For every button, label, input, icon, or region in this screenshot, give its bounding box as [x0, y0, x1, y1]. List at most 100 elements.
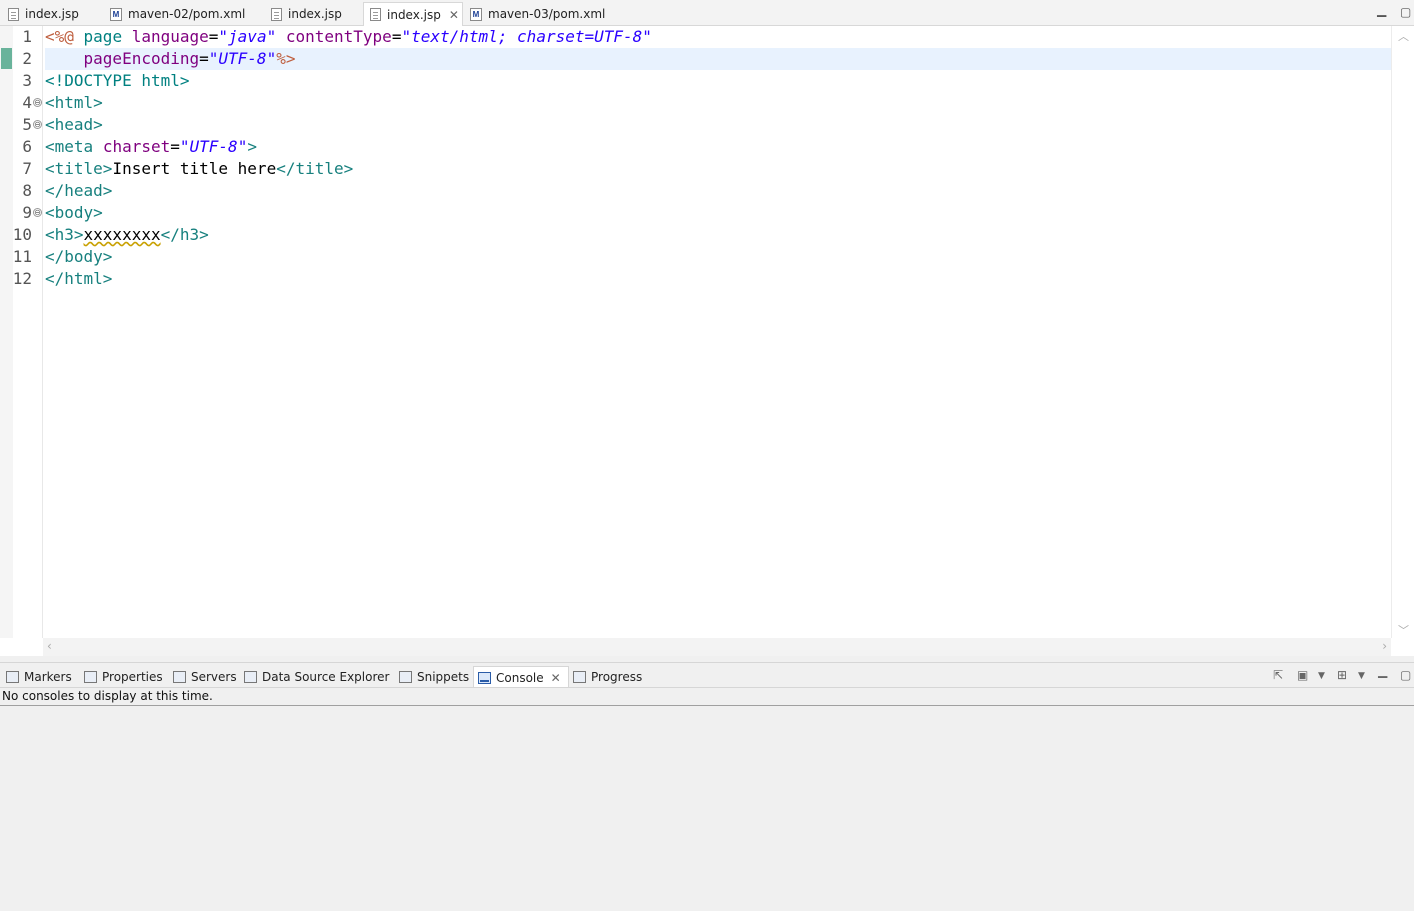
tag: <html> — [45, 93, 103, 112]
console-icon — [478, 671, 491, 684]
tab-data-source-explorer[interactable]: Data Source Explorer — [240, 666, 395, 688]
horizontal-scrollbar[interactable]: ‹ › — [43, 638, 1391, 656]
line-number: 3 — [22, 71, 32, 90]
jsp-file-icon — [8, 7, 19, 21]
data-source-icon — [244, 671, 257, 683]
line-number: 11 — [12, 247, 32, 266]
tag-open: <meta — [45, 137, 94, 156]
maven-pom-icon: M — [110, 7, 122, 21]
directive-name: page — [73, 27, 132, 46]
chevron-down-icon[interactable]: ▼ — [1358, 671, 1365, 681]
editor-tab-label: index.jsp — [25, 7, 79, 21]
minimize-icon[interactable]: ▁ — [1378, 664, 1387, 678]
tag-open: <title> — [45, 159, 113, 178]
editor-tab-maven-02-pom[interactable]: M maven-02/pom.xml — [104, 3, 264, 25]
editor-tab-label: maven-02/pom.xml — [128, 7, 246, 21]
code-line-10: <h3>xxxxxxxx</h3> — [45, 224, 1391, 246]
code-line-2: pageEncoding="UTF-8"%> — [45, 48, 1391, 70]
editor-tab-index-jsp-active[interactable]: index.jsp ✕ — [363, 2, 463, 26]
display-console-icon[interactable]: ▣ — [1297, 668, 1308, 682]
open-console-icon[interactable]: ⊞ — [1337, 668, 1347, 682]
line-number: 7 — [22, 159, 32, 178]
code-line-1: <%@ page language="java" contentType="te… — [45, 26, 1391, 48]
line-number: 9 — [22, 203, 32, 222]
close-icon[interactable]: ✕ — [449, 8, 459, 22]
tag-close: </h3> — [160, 225, 209, 244]
code-line-8: </head> — [45, 180, 1391, 202]
console-view: No consoles to display at this time. — [0, 687, 1414, 911]
progress-icon — [573, 671, 586, 683]
minimize-icon[interactable]: ▁ — [1377, 4, 1386, 16]
tab-label: Servers — [191, 670, 237, 684]
tag: </body> — [45, 247, 113, 266]
tab-console[interactable]: Console ✕ — [473, 666, 569, 688]
attr-equals: = — [391, 27, 402, 46]
servers-icon — [173, 671, 186, 683]
attr-equals: = — [170, 137, 180, 156]
tab-progress[interactable]: Progress — [569, 666, 651, 688]
tab-properties[interactable]: Properties — [80, 666, 168, 688]
text-content: Insert title here — [112, 159, 277, 178]
tab-markers[interactable]: Markers — [2, 666, 80, 688]
tab-label: Markers — [24, 670, 72, 684]
scroll-right-icon[interactable]: › — [1382, 639, 1387, 653]
scroll-up-icon[interactable]: ︿ — [1398, 28, 1409, 44]
code-editor[interactable]: 1 2 3 4 5 6 7 8 9 10 11 12 ⊖ ⊖ ⊖ <%@ pag… — [0, 26, 1414, 656]
tab-label: Properties — [102, 670, 163, 684]
editor-tab-label: index.jsp — [288, 7, 342, 21]
pin-console-icon[interactable]: ⇱ — [1273, 668, 1283, 682]
maximize-icon[interactable]: ▢ — [1400, 6, 1411, 18]
scroll-down-icon[interactable]: ﹀ — [1398, 622, 1409, 638]
tag: </html> — [45, 269, 113, 288]
editor-tab-label: maven-03/pom.xml — [488, 7, 606, 21]
tab-label: Snippets — [417, 670, 470, 684]
tag-close: > — [247, 137, 257, 156]
chevron-down-icon[interactable]: ▼ — [1318, 671, 1325, 681]
jsp-directive-close: %> — [276, 49, 296, 68]
line-number: 10 — [12, 225, 32, 244]
line-number: 1 — [22, 27, 32, 46]
line-number: 5 — [22, 115, 32, 134]
code-line-9: <body> — [45, 202, 1391, 224]
snippets-icon — [399, 671, 412, 683]
editor-tab-label: index.jsp — [387, 7, 441, 22]
scroll-left-icon[interactable]: ‹ — [47, 639, 52, 653]
tab-label: Data Source Explorer — [262, 670, 390, 684]
attr-value: "UTF-8" — [208, 49, 277, 68]
tag-close: </title> — [276, 159, 354, 178]
editor-tab-bar: index.jsp M maven-02/pom.xml index.jsp i… — [0, 0, 1414, 26]
tab-servers[interactable]: Servers — [169, 666, 241, 688]
code-line-3: <!DOCTYPE html> — [45, 70, 1391, 92]
editor-tab-maven-03-pom[interactable]: M maven-03/pom.xml — [464, 3, 624, 25]
fold-toggle-icon[interactable]: ⊖ — [33, 98, 42, 107]
line-number: 8 — [22, 181, 32, 200]
code-line-4: <html> — [45, 92, 1391, 114]
tab-label: Progress — [591, 670, 643, 684]
line-number-gutter: 1 2 3 4 5 6 7 8 9 10 11 12 ⊖ ⊖ ⊖ — [13, 26, 43, 638]
fold-toggle-icon[interactable]: ⊖ — [33, 120, 42, 129]
maximize-icon[interactable]: ▢ — [1400, 668, 1411, 682]
doctype: <!DOCTYPE html> — [45, 71, 190, 90]
jsp-file-icon — [271, 7, 282, 21]
vertical-scrollbar[interactable]: ︿ ﹀ — [1391, 26, 1414, 638]
editor-tab-index-jsp-2[interactable]: index.jsp — [265, 3, 363, 25]
line-number: 4 — [22, 93, 32, 112]
code-line-6: <meta charset="UTF-8"> — [45, 136, 1391, 158]
attr-value: "text/html; charset=UTF-8" — [401, 27, 652, 46]
line-number: 6 — [22, 137, 32, 156]
spelling-warning-text: xxxxxxxx — [83, 225, 161, 244]
line-number: 12 — [12, 269, 32, 288]
tab-label: Console — [496, 670, 544, 685]
editor-tab-index-jsp-1[interactable]: index.jsp — [2, 3, 102, 25]
attr-equals: = — [208, 27, 219, 46]
properties-icon — [84, 671, 97, 683]
tab-snippets[interactable]: Snippets — [395, 666, 473, 688]
close-icon[interactable]: ✕ — [551, 671, 561, 685]
fold-toggle-icon[interactable]: ⊖ — [33, 208, 42, 217]
code-line-7: <title>Insert title here</title> — [45, 158, 1391, 180]
attr-name: language — [131, 27, 209, 46]
tag: <head> — [45, 115, 103, 134]
